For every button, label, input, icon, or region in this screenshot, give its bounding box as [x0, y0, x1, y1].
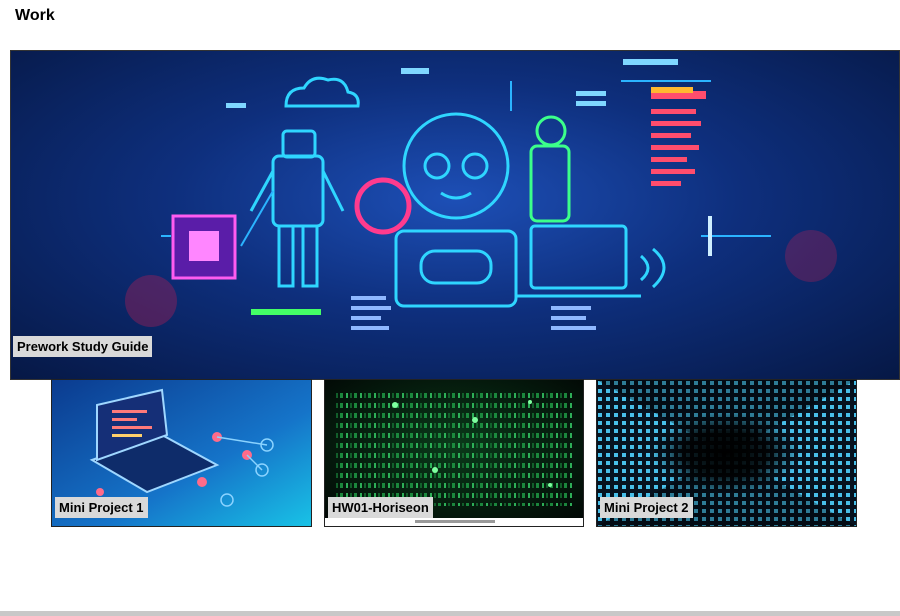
project-card-hw01-horiseon[interactable]: HW01-Horiseon	[324, 379, 584, 527]
project-card-mini-project-1[interactable]: Mini Project 1	[51, 379, 312, 527]
featured-project-image	[125, 59, 837, 330]
featured-project-label: Prework Study Guide	[13, 336, 153, 357]
featured-project-card[interactable]: Prework Study Guide	[10, 50, 900, 380]
project-label-mini-project-1: Mini Project 1	[55, 497, 148, 518]
section-title: Work	[15, 7, 55, 24]
project-label-hw01-horiseon: HW01-Horiseon	[328, 497, 433, 518]
project-card-mini-project-2[interactable]: Mini Project 2	[596, 379, 857, 527]
project-label-mini-project-2: Mini Project 2	[600, 497, 693, 518]
footer-bar	[0, 611, 900, 616]
